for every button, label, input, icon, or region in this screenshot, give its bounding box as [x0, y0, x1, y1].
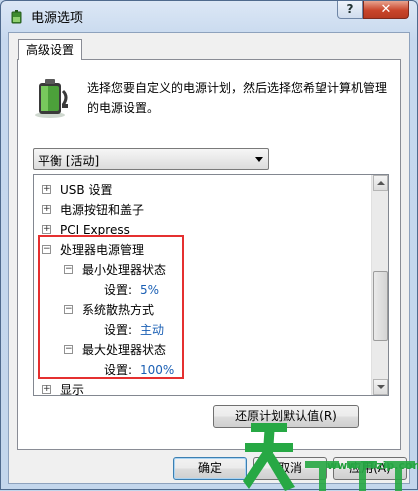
- collapse-icon[interactable]: −: [42, 245, 51, 254]
- collapse-icon[interactable]: −: [64, 345, 73, 354]
- tree-item-label: 系统散热方式: [82, 303, 155, 317]
- scroll-up-button[interactable]: [373, 175, 388, 191]
- close-button[interactable]: ✕: [363, 1, 409, 19]
- expand-icon[interactable]: +: [42, 385, 51, 394]
- tab-advanced-settings[interactable]: 高级设置: [18, 39, 83, 60]
- tree-item-label: 处理器电源管理: [60, 243, 145, 257]
- tree-item-label: 最大处理器状态: [82, 343, 167, 357]
- setting-label: 设置:: [104, 363, 133, 377]
- chevron-down-icon[interactable]: [255, 157, 263, 162]
- dialog-client: 高级设置 选择您要自定义的电源计划，然后选择您希望计算机管理的电源设置。 平衡 …: [8, 32, 418, 484]
- description-text: 选择您要自定义的电源计划，然后选择您希望计算机管理的电源设置。: [87, 81, 388, 115]
- power-plan-dropdown[interactable]: 平衡 [活动]: [33, 148, 269, 170]
- tree-item-label: 电源按钮和盖子: [60, 203, 145, 217]
- collapse-icon[interactable]: −: [64, 305, 73, 314]
- power-plan-value: 平衡 [活动]: [38, 154, 100, 168]
- setting-label: 设置:: [104, 283, 133, 297]
- collapse-icon[interactable]: −: [64, 265, 73, 274]
- ok-button[interactable]: 确定: [173, 457, 247, 480]
- tree-item-label: 显示: [60, 383, 85, 396]
- settings-tree[interactable]: + USB 设置 + 电源按钮和盖子 + PCI Express − 处理器电源…: [33, 174, 389, 396]
- expand-icon[interactable]: +: [42, 185, 51, 194]
- cancel-button[interactable]: 取消: [253, 457, 327, 480]
- power-options-window: 电源选项 ? ✕ 高级设置 选择您要自定义的电源计划，然后选择您希望计算机管理的…: [0, 0, 418, 491]
- setting-value[interactable]: 主动: [140, 320, 164, 340]
- expand-icon[interactable]: +: [42, 205, 51, 214]
- vertical-scrollbar[interactable]: [371, 175, 388, 395]
- restore-defaults-button[interactable]: 还原计划默认值(R): [213, 405, 359, 428]
- scroll-down-button[interactable]: [373, 379, 388, 395]
- tree-item-label: USB 设置: [60, 183, 113, 197]
- help-button[interactable]: ?: [337, 1, 363, 19]
- expand-icon[interactable]: +: [42, 225, 51, 234]
- setting-label: 设置:: [104, 323, 133, 337]
- power-options-icon: [11, 10, 22, 24]
- tree-item-label: PCI Express: [60, 223, 130, 237]
- title-bar[interactable]: 电源选项 ? ✕: [1, 1, 417, 31]
- setting-value[interactable]: 100%: [140, 360, 174, 380]
- setting-value[interactable]: 5%: [140, 280, 159, 300]
- tree-item-label: 最小处理器状态: [82, 263, 167, 277]
- window-title: 电源选项: [31, 11, 84, 26]
- scroll-thumb[interactable]: [373, 271, 388, 341]
- battery-icon: [35, 79, 68, 118]
- watermark-url: www.TTzip.com: [327, 459, 418, 472]
